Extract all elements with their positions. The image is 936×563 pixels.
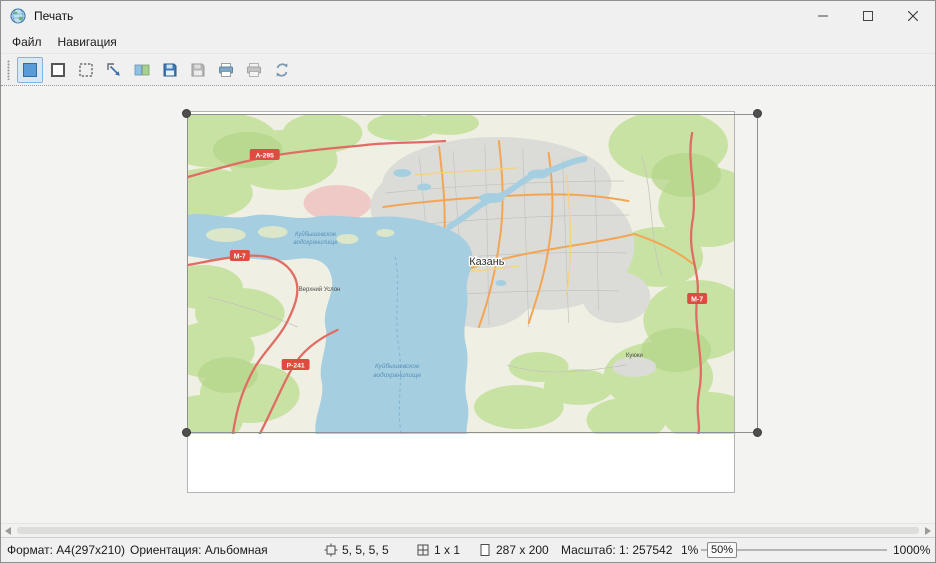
close-button[interactable] bbox=[890, 1, 935, 31]
city-label: Казань bbox=[469, 256, 504, 268]
selection-handle-top-right[interactable] bbox=[753, 109, 762, 118]
print-setup-button[interactable] bbox=[241, 57, 267, 83]
zoom-min-label: 1% bbox=[681, 543, 698, 557]
margins-icon bbox=[324, 543, 338, 557]
reservoir-label-lower-2: водохранилище bbox=[373, 371, 421, 379]
zoom-max-label: 1000% bbox=[893, 543, 930, 557]
badge-m7-left: М-7 bbox=[234, 253, 246, 260]
map-preview[interactable]: А-295 М-7 М-7 Р-241 Казань Куйбышевское … bbox=[188, 115, 734, 434]
grid-icon bbox=[416, 543, 430, 557]
scale-label: Масштаб: 1: 257542 bbox=[561, 543, 672, 557]
globe-icon[interactable] bbox=[10, 8, 26, 24]
maximize-icon bbox=[863, 11, 873, 21]
select-area-tool-button[interactable] bbox=[17, 57, 43, 83]
window-title: Печать bbox=[34, 9, 73, 23]
page-format-label: Формат: A4(297x210) bbox=[7, 543, 125, 557]
orientation-label: Ориентация: Альбомная bbox=[130, 543, 268, 557]
selection-handle-bottom-left[interactable] bbox=[182, 428, 191, 437]
minimize-button[interactable] bbox=[800, 1, 845, 31]
window-controls bbox=[800, 1, 935, 31]
refresh-icon bbox=[272, 60, 292, 80]
select-area-icon bbox=[20, 60, 40, 80]
save-button[interactable] bbox=[157, 57, 183, 83]
zoom-slider-thumb[interactable]: 50% bbox=[707, 542, 737, 558]
page-frame-tool-button[interactable] bbox=[45, 57, 71, 83]
print-page: А-295 М-7 М-7 Р-241 Казань Куйбышевское … bbox=[187, 111, 735, 493]
reservoir-label-upper-2: водохранилище bbox=[294, 240, 339, 246]
tiles-preview-icon bbox=[132, 60, 152, 80]
reservoir-label-lower-1: Куйбышевское bbox=[375, 362, 420, 370]
print-setup-icon bbox=[244, 60, 264, 80]
save-icon bbox=[160, 60, 180, 80]
badge-a295: А-295 bbox=[256, 152, 275, 159]
uslon-label: Верхний Услон bbox=[299, 286, 341, 293]
selection-handle-top-left[interactable] bbox=[182, 109, 191, 118]
toolbar bbox=[1, 53, 935, 86]
save-as-button[interactable] bbox=[185, 57, 211, 83]
toolbar-gripper[interactable] bbox=[7, 60, 10, 80]
close-icon bbox=[908, 11, 918, 21]
print-button[interactable] bbox=[213, 57, 239, 83]
horizontal-scrollbar[interactable] bbox=[1, 523, 935, 537]
resize-area-tool-button[interactable] bbox=[101, 57, 127, 83]
badge-p241: Р-241 bbox=[287, 362, 305, 369]
print-icon bbox=[216, 60, 236, 80]
menubar: Файл Навигация bbox=[1, 31, 935, 53]
residential-area bbox=[304, 185, 372, 221]
print-window: Печать Файл Навигация bbox=[0, 0, 936, 563]
statusbar: Формат: A4(297x210) Ориентация: Альбомна… bbox=[1, 537, 935, 562]
preview-canvas[interactable]: А-295 М-7 М-7 Р-241 Казань Куйбышевское … bbox=[1, 86, 935, 537]
maximize-button[interactable] bbox=[845, 1, 890, 31]
tiles-value: 1 x 1 bbox=[434, 543, 460, 557]
save-as-icon bbox=[188, 60, 208, 80]
rect-select-icon bbox=[76, 60, 96, 80]
resize-arrow-icon bbox=[104, 60, 124, 80]
tiles-preview-tool-button[interactable] bbox=[129, 57, 155, 83]
menu-navigation[interactable]: Навигация bbox=[50, 32, 125, 52]
badge-m7-right: М-7 bbox=[691, 296, 703, 303]
minimize-icon bbox=[818, 11, 828, 21]
titlebar: Печать bbox=[1, 1, 935, 31]
selection-handle-bottom-right[interactable] bbox=[753, 428, 762, 437]
print-size-value: 287 x 200 bbox=[496, 543, 549, 557]
menu-file[interactable]: Файл bbox=[4, 32, 50, 52]
scroll-right-icon[interactable] bbox=[925, 527, 931, 535]
scroll-left-icon[interactable] bbox=[5, 527, 11, 535]
page-frame-icon bbox=[48, 60, 68, 80]
rect-select-tool-button[interactable] bbox=[73, 57, 99, 83]
scrollbar-thumb[interactable] bbox=[17, 527, 919, 534]
reservoir-label-upper-1: Куйбышевское bbox=[295, 231, 337, 238]
kuyuki-label: Куюки bbox=[626, 353, 643, 359]
refresh-button[interactable] bbox=[269, 57, 295, 83]
page-size-icon bbox=[478, 543, 492, 557]
margins-value: 5, 5, 5, 5 bbox=[342, 543, 389, 557]
